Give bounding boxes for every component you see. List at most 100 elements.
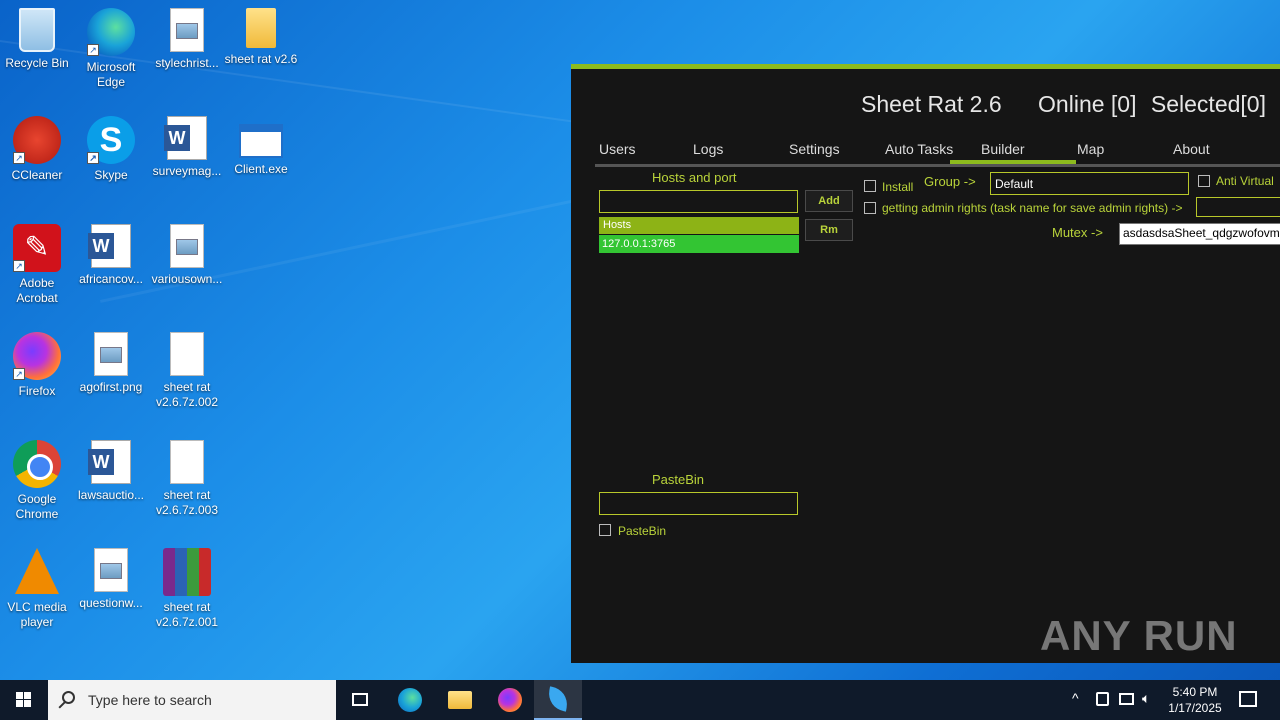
desktop-icon-lawsauctio[interactable]: W lawsauctio...: [74, 440, 148, 503]
desktop-icon-africancov[interactable]: W africancov...: [74, 224, 148, 287]
install-label: Install: [882, 180, 914, 194]
shortcut-arrow-icon: ↗: [13, 368, 25, 380]
show-hidden-icons-chevron[interactable]: ^: [1072, 690, 1079, 706]
file-icon: [170, 332, 204, 376]
title-row: Sheet Rat 2.6 Online [0] Selected[0] Se: [861, 91, 1280, 118]
desktop-icon-stylechrist[interactable]: stylechrist...: [150, 8, 224, 71]
taskbar-sheet-rat[interactable]: [534, 680, 582, 720]
group-label: Group ->: [924, 174, 976, 189]
desktop-icon-label: sheet rat v2.6: [224, 52, 298, 66]
clock-time: 5:40 PM: [1172, 685, 1218, 699]
desktop-icon-label: Skype: [94, 168, 128, 182]
online-count: Online [0]: [1038, 91, 1137, 117]
desktop-icon-label: questionw...: [79, 596, 143, 610]
desktop-icon-microsoft-edge[interactable]: ↗ Microsoft Edge: [74, 8, 148, 90]
desktop-icon-label: surveymag...: [152, 164, 222, 178]
desktop-icon-label: Client.exe: [234, 162, 288, 176]
clock-date: 1/17/2025: [1168, 701, 1222, 715]
hosts-list-item[interactable]: 127.0.0.1:3765: [599, 235, 799, 253]
taskbar-search-box[interactable]: Type here to search: [48, 680, 336, 720]
vlc-icon: [15, 548, 59, 594]
desktop-icon-label: Recycle Bin: [5, 56, 69, 70]
desktop-icon-sheet-rat-002[interactable]: sheet rat v2.6.7z.002: [150, 332, 224, 410]
desktop-icon-agofirst[interactable]: agofirst.png: [74, 332, 148, 395]
anyrun-watermark: ANY RUN: [1040, 612, 1238, 659]
desktop-icon-skype[interactable]: S ↗ Skype: [74, 116, 148, 183]
application-icon: [239, 124, 283, 158]
anti-virtual-checkbox[interactable]: [1198, 175, 1210, 187]
tab-bar: Users Logs Settings Auto Tasks Builder M…: [595, 135, 1280, 167]
image-file-icon: [170, 224, 204, 268]
word-document-icon: W: [88, 224, 131, 268]
desktop-icon-vlc[interactable]: VLC media player: [0, 548, 74, 630]
group-input[interactable]: [990, 172, 1189, 195]
install-checkbox[interactable]: [864, 180, 876, 192]
anti-virtual-label: Anti Virtual: [1216, 174, 1274, 188]
pastebin-checkbox[interactable]: [599, 524, 611, 536]
meet-now-icon[interactable]: [1096, 692, 1109, 706]
volume-icon[interactable]: 🔈︎: [1142, 690, 1150, 707]
tab-auto-tasks[interactable]: Auto Tasks: [885, 141, 953, 157]
tab-map[interactable]: Map: [1077, 141, 1104, 157]
desktop-icon-sheet-rat-folder[interactable]: sheet rat v2.6: [224, 8, 298, 67]
desktop-icon-recycle-bin[interactable]: Recycle Bin: [0, 8, 74, 71]
desktop-icon-label: Microsoft Edge: [86, 60, 136, 89]
rm-button[interactable]: Rm: [805, 219, 853, 241]
desktop-icon-ccleaner[interactable]: ↗ CCleaner: [0, 116, 74, 183]
edge-icon: [398, 688, 422, 712]
notifications-icon[interactable]: [1239, 691, 1257, 707]
desktop-icon-surveymag[interactable]: W surveymag...: [150, 116, 224, 179]
tab-builder[interactable]: Builder: [981, 141, 1025, 157]
desktop-icon-client-exe[interactable]: Client.exe: [224, 116, 298, 177]
edge-icon: ↗: [87, 8, 135, 56]
tab-users[interactable]: Users: [599, 141, 636, 157]
word-document-icon: W: [88, 440, 131, 484]
desktop-icon-sheet-rat-003[interactable]: sheet rat v2.6.7z.003: [150, 440, 224, 518]
desktop-icon-firefox[interactable]: ↗ Firefox: [0, 332, 74, 399]
mutex-input[interactable]: asdasdsaSheet_qdgzwofovmn: [1119, 223, 1280, 245]
hosts-list-header: Hosts: [599, 217, 799, 234]
file-icon: [170, 440, 204, 484]
tab-logs[interactable]: Logs: [693, 141, 723, 157]
skype-icon: S ↗: [87, 116, 135, 164]
tab-about[interactable]: About: [1173, 141, 1210, 157]
desktop-icon-google-chrome[interactable]: Google Chrome: [0, 440, 74, 522]
app-title: Sheet Rat 2.6: [861, 91, 1002, 117]
hosts-input[interactable]: [599, 190, 798, 213]
firefox-icon: [498, 688, 522, 712]
word-document-icon: W: [164, 116, 207, 160]
recycle-bin-icon: [19, 8, 55, 52]
desktop-icon-sheet-rat-001[interactable]: sheet rat v2.6.7z.001: [150, 548, 224, 630]
mutex-label: Mutex ->: [1052, 225, 1103, 240]
taskbar-edge[interactable]: [386, 680, 434, 720]
tab-settings[interactable]: Settings: [789, 141, 840, 157]
chrome-icon: [13, 440, 61, 488]
task-view-button[interactable]: [336, 680, 384, 720]
desktop-icon-questionw[interactable]: questionw...: [74, 548, 148, 611]
image-file-icon: [94, 332, 128, 376]
taskbar-clock[interactable]: 5:40 PM 1/17/2025: [1160, 684, 1230, 716]
hosts-and-port-label: Hosts and port: [652, 170, 737, 185]
taskbar-file-explorer[interactable]: [436, 680, 484, 720]
desktop-icon-label: africancov...: [79, 272, 143, 286]
desktop-icon-label: agofirst.png: [79, 380, 143, 394]
task-view-icon: [352, 693, 368, 706]
ccleaner-icon: ↗: [13, 116, 61, 164]
admin-rights-checkbox[interactable]: [864, 202, 876, 214]
taskbar-firefox[interactable]: [486, 680, 534, 720]
start-button[interactable]: [0, 680, 48, 720]
pastebin-input[interactable]: [599, 492, 798, 515]
shortcut-arrow-icon: ↗: [87, 152, 99, 164]
admin-task-name-input[interactable]: [1196, 197, 1280, 217]
desktop-icon-adobe-acrobat[interactable]: ✎ ↗ Adobe Acrobat: [0, 224, 74, 306]
network-icon[interactable]: [1119, 693, 1134, 705]
add-button[interactable]: Add: [805, 190, 853, 212]
pastebin-checkbox-label: PasteBin: [618, 524, 667, 538]
selected-count: Selected[0]: [1150, 91, 1266, 117]
desktop-icon-label: sheet rat v2.6.7z.002: [155, 380, 219, 409]
desktop-icon-variousown[interactable]: variousown...: [150, 224, 224, 287]
shortcut-arrow-icon: ↗: [13, 260, 25, 272]
taskbar: Type here to search ^ 🔈︎ 5:40 PM 1/17/20…: [0, 680, 1280, 720]
desktop-icon-label: stylechrist...: [155, 56, 219, 70]
desktop-icon-label: VLC media player: [7, 600, 67, 629]
